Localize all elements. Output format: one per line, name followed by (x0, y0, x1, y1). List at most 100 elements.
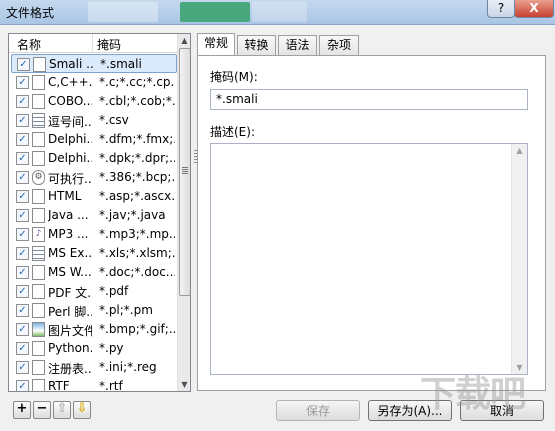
column-header-name[interactable]: 名称 (17, 36, 41, 53)
item-name: 图片文件 (48, 324, 92, 338)
item-name: 可执行... (48, 172, 92, 186)
checkbox[interactable]: ✓ (16, 76, 29, 89)
help-button[interactable]: ? (487, 0, 515, 18)
list-item[interactable]: ✓ Delphi... *.dfm;*.fmx;... (11, 130, 177, 149)
grid-icon (32, 246, 45, 261)
list-item[interactable]: ✓ Perl 脚... *.pl;*.pm (11, 301, 177, 320)
item-name: MS Ex... (48, 246, 92, 260)
checkbox[interactable]: ✓ (17, 58, 30, 71)
item-name: HTML (48, 189, 82, 203)
list-item[interactable]: ✓ C,C++... *.c;*.cc;*.cp... (11, 73, 177, 92)
list-scrollbar[interactable]: ▲ ▼ (177, 34, 190, 391)
list-item[interactable]: ✓ Python... *.py (11, 339, 177, 358)
file-icon (32, 132, 45, 147)
list-item[interactable]: ✓ ⚙ 可执行... *.386;*.bcp;... (11, 168, 177, 187)
tab-misc[interactable]: 杂项 (319, 35, 359, 55)
item-name: 注册表... (48, 362, 92, 376)
background-tab (252, 2, 307, 22)
list-item[interactable]: ✓ MS Ex... *.xls;*.xlsm;... (11, 244, 177, 263)
file-type-list[interactable]: 名称 掩码 ✓ Smali ... *.smali ✓ C,C++... *.c;*.cc… (8, 33, 191, 392)
item-mask: *.rtf (99, 379, 123, 392)
description-scrollbar[interactable]: ▲ ▼ (511, 144, 527, 374)
item-mask: *.pdf (99, 284, 129, 298)
checkbox[interactable]: ✓ (16, 171, 29, 184)
item-mask: *.csv (99, 113, 129, 127)
item-mask: *.dfm;*.fmx;... (99, 132, 175, 146)
checkbox[interactable]: ✓ (16, 95, 29, 108)
list-item[interactable]: ✓ Smali ... *.smali (11, 54, 177, 73)
checkbox[interactable]: ✓ (16, 247, 29, 260)
tab-general[interactable]: 常规 (197, 33, 235, 55)
list-item[interactable]: ✓ RTF *.rtf (11, 377, 177, 392)
checkbox[interactable]: ✓ (16, 266, 29, 279)
file-icon (32, 189, 45, 204)
file-icon (32, 341, 45, 356)
item-mask: *.c;*.cc;*.cp... (99, 75, 175, 89)
item-name: Smali ... (49, 57, 93, 71)
checkbox[interactable]: ✓ (16, 380, 29, 391)
list-item[interactable]: ✓ HTML *.asp;*.ascx... (11, 187, 177, 206)
checkbox[interactable]: ✓ (16, 133, 29, 146)
item-name: MP3 ... (48, 227, 89, 241)
file-icon (32, 379, 45, 391)
background-tab (180, 2, 250, 22)
list-item[interactable]: ✓ 注册表... *.ini;*.reg (11, 358, 177, 377)
item-name: PDF 文... (48, 286, 92, 300)
list-item[interactable]: ✓ MS W... *.doc;*.doc... (11, 263, 177, 282)
item-name: 逗号间... (48, 115, 92, 129)
item-mask: *.bmp;*.gif;... (99, 322, 175, 336)
list-item[interactable]: ✓ COBO... *.cbl;*.cob;*... (11, 92, 177, 111)
item-name: Python... (48, 341, 92, 355)
list-item[interactable]: ✓ 逗号间... *.csv (11, 111, 177, 130)
list-item[interactable]: ✓ Delphi... *.dpk;*.dpr;... (11, 149, 177, 168)
scroll-up-arrow-icon[interactable]: ▲ (512, 144, 527, 157)
tab-syntax[interactable]: 语法 (278, 35, 317, 55)
list-item[interactable]: ✓ Java ... *.jav;*.java (11, 206, 177, 225)
add-button[interactable]: + (13, 401, 31, 419)
checkbox[interactable]: ✓ (16, 152, 29, 165)
checkbox[interactable]: ✓ (16, 304, 29, 317)
file-icon (32, 208, 45, 223)
save-button[interactable]: 保存 (276, 400, 360, 421)
item-mask: *.386;*.bcp;... (99, 170, 175, 184)
close-button[interactable]: X (514, 0, 554, 18)
item-name: Delphi... (48, 151, 92, 165)
list-item[interactable]: ✓ 图片文件 *.bmp;*.gif;... (11, 320, 177, 339)
list-item[interactable]: ✓ PDF 文... *.pdf (11, 282, 177, 301)
file-format-dialog: 文件格式 ? X 名称 掩码 ✓ Smali ... *.smali ✓ C,C++..… (0, 0, 555, 431)
column-divider[interactable] (92, 34, 93, 52)
scroll-down-arrow-icon[interactable]: ▼ (178, 378, 190, 391)
scroll-thumb[interactable] (179, 48, 190, 296)
move-up-button[interactable]: ⇧ (53, 401, 71, 419)
checkbox[interactable]: ✓ (16, 285, 29, 298)
item-mask: *.jav;*.java (99, 208, 166, 222)
item-name: MS W... (48, 265, 92, 279)
remove-button[interactable]: − (33, 401, 51, 419)
mask-input[interactable]: *.smali (210, 89, 528, 110)
column-header-mask[interactable]: 掩码 (97, 36, 121, 53)
item-mask: *.dpk;*.dpr;... (99, 151, 175, 165)
checkbox[interactable]: ✓ (16, 209, 29, 222)
checkbox[interactable]: ✓ (16, 342, 29, 355)
file-icon (32, 360, 45, 375)
grip-icon (182, 167, 188, 174)
list-header: 名称 掩码 (9, 34, 177, 53)
background-tab (88, 2, 158, 22)
checkbox[interactable]: ✓ (16, 190, 29, 203)
checkbox[interactable]: ✓ (16, 323, 29, 336)
tab-convert[interactable]: 转换 (237, 35, 276, 55)
item-name: COBO... (48, 94, 92, 108)
checkbox[interactable]: ✓ (16, 228, 29, 241)
scroll-up-arrow-icon[interactable]: ▲ (178, 34, 190, 47)
checkbox[interactable]: ✓ (16, 361, 29, 374)
image-icon (32, 322, 45, 337)
file-icon (32, 265, 45, 280)
item-mask: *.doc;*.doc... (99, 265, 175, 279)
item-name: Perl 脚... (48, 305, 92, 319)
file-icon (32, 94, 45, 109)
move-down-button[interactable]: ⇩ (73, 401, 91, 419)
checkbox[interactable]: ✓ (16, 114, 29, 127)
list-item[interactable]: ✓ ♪ MP3 ... *.mp3;*.mp... (11, 225, 177, 244)
file-icon (32, 75, 45, 90)
description-textarea[interactable]: ▲ ▼ (210, 143, 528, 375)
